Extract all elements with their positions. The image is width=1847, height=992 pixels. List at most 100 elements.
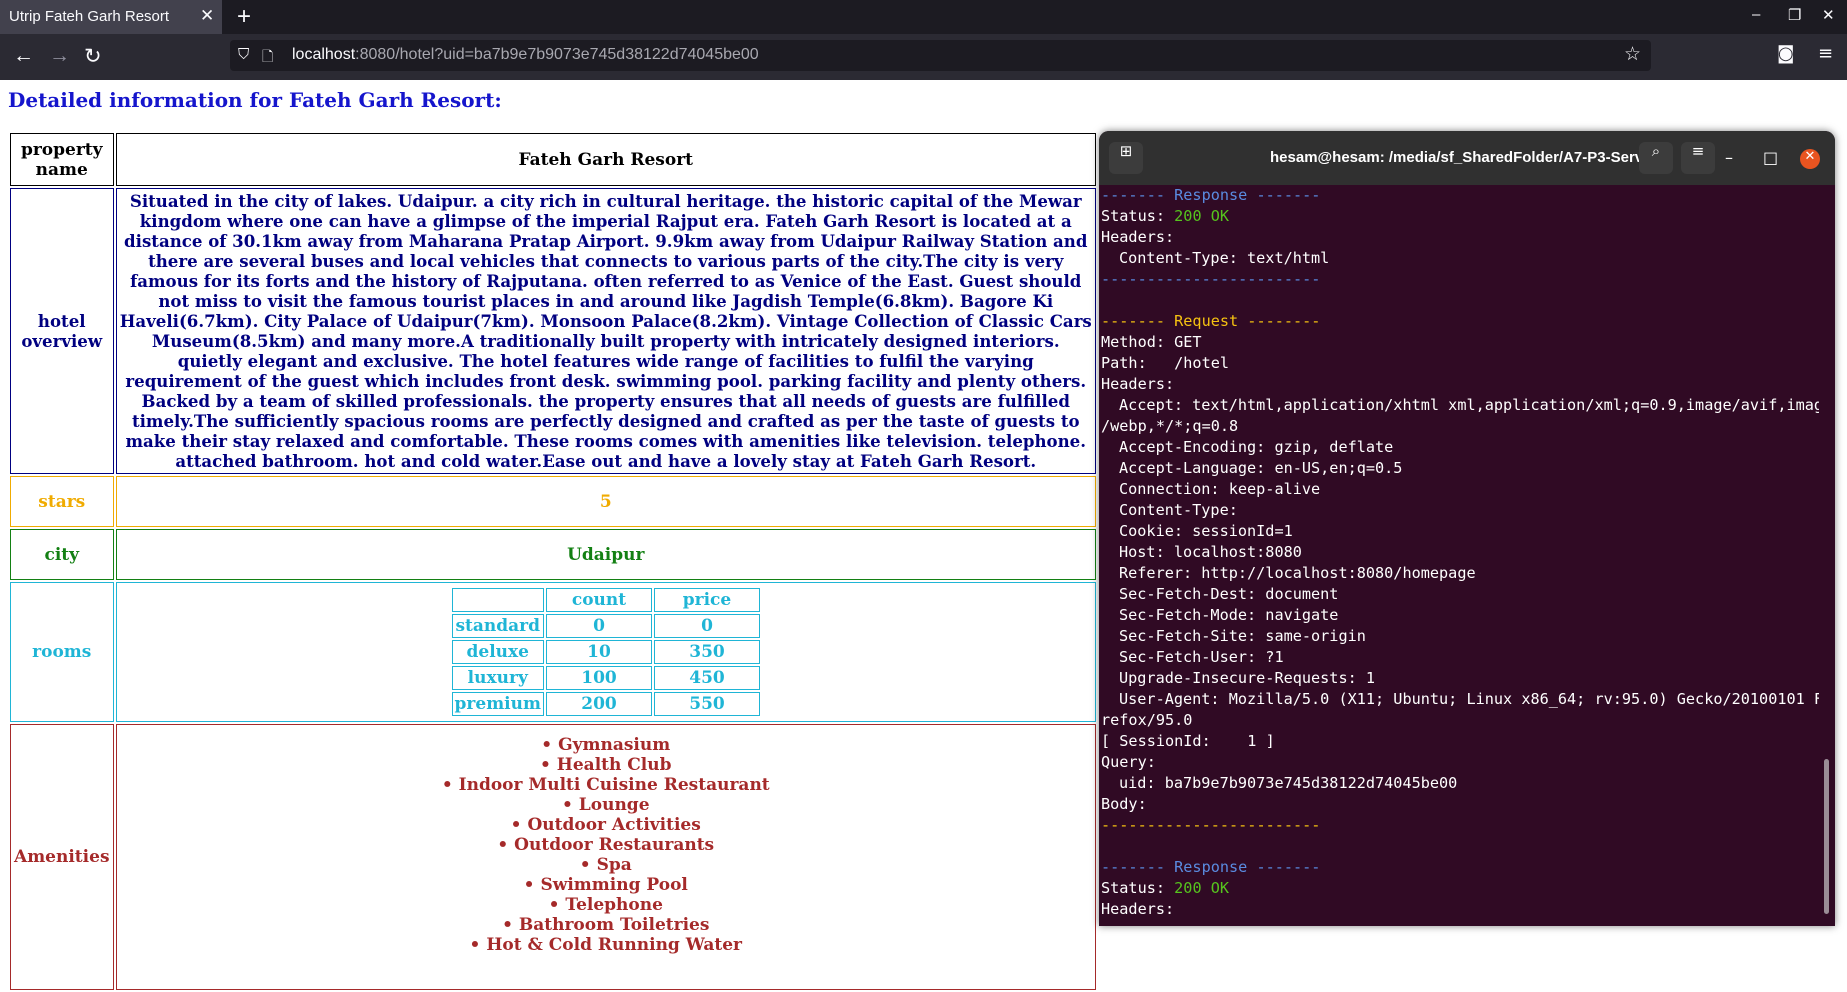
- terminal-line: /webp,*/*;q=0.8: [1101, 416, 1819, 437]
- property-name-value: Fateh Garh Resort: [115, 133, 1096, 186]
- terminal-line-text: ------------------------: [1101, 816, 1321, 834]
- terminal-line-text: Content-Type:: [1119, 501, 1238, 519]
- room-price: 550: [653, 692, 760, 716]
- terminal-output[interactable]: ------- Response ------- Status: 200 OK He…: [1101, 185, 1819, 926]
- terminal-line: uid: ba7b9e7b9073e745d38122d74045be00: [1101, 773, 1819, 794]
- table-row: Amenities • Gymnasium • Health Club • In…: [10, 724, 1096, 990]
- minimize-icon[interactable]: –: [1725, 148, 1733, 167]
- rooms-row: deluxe 10 350: [451, 640, 760, 664]
- terminal-line: Cookie: sessionId=1: [1101, 521, 1819, 542]
- url-host: localhost: [292, 46, 356, 63]
- forward-arrow-icon[interactable]: →: [49, 44, 70, 68]
- terminal-line-text: Body:: [1101, 795, 1147, 813]
- terminal-line-text: ------------------------: [1101, 270, 1321, 288]
- amenity-item: • Spa: [579, 855, 632, 875]
- terminal-line: Content-Type:: [1101, 500, 1819, 521]
- reload-icon[interactable]: ↻: [84, 44, 102, 69]
- terminal-line: Path: /hotel: [1101, 353, 1819, 374]
- terminal-line-text: Connection: keep-alive: [1119, 480, 1321, 498]
- tab-close-icon[interactable]: ✕: [200, 6, 214, 26]
- terminal-line-text: uid: ba7b9e7b9073e745d38122d74045be00: [1119, 774, 1458, 792]
- room-count: 0: [545, 614, 652, 638]
- amenity-text: Outdoor Restaurants: [514, 835, 715, 855]
- terminal-line-text: Path: /hotel: [1101, 354, 1230, 372]
- terminal-line-text: User-Agent: Mozilla/5.0 (X11; Ubuntu; Li…: [1119, 690, 1819, 708]
- terminal-line: Upgrade-Insecure-Requests: 1: [1101, 668, 1819, 689]
- status-ok: 200 OK: [1174, 879, 1230, 897]
- amenity-text: Health Club: [556, 755, 672, 775]
- terminal-line: ------------------------: [1101, 815, 1819, 836]
- url-bar[interactable]: ⛉ 🗋 localhost:8080/hotel?uid=ba7b9e7b907…: [230, 40, 1651, 71]
- terminal-line: Sec-Fetch-User: ?1: [1101, 647, 1819, 668]
- rooms-row: premium 200 550: [451, 692, 760, 716]
- terminal-line-text: refox/95.0: [1101, 711, 1193, 729]
- amenity-text: Hot & Cold Running Water: [486, 935, 742, 955]
- terminal-line: Referer: http://localhost:8080/homepage: [1101, 563, 1819, 584]
- amenity-item: • Telephone: [548, 895, 663, 915]
- shield-icon[interactable]: ⛉: [238, 45, 249, 63]
- amenities-label: Amenities: [10, 724, 114, 990]
- terminal-line-text: Sec-Fetch-Site: same-origin: [1119, 627, 1366, 645]
- overview-text: Situated in the city of lakes. Udaipur. …: [115, 188, 1096, 474]
- tab-title: Utrip Fateh Garh Resort: [9, 8, 170, 25]
- bookmark-star-icon[interactable]: ☆: [1624, 43, 1641, 65]
- terminal-line-text: ------- Response -------: [1101, 858, 1321, 876]
- terminal-line-text: Content-Type: text/html: [1119, 249, 1330, 267]
- amenity-item: • Swimming Pool: [523, 875, 688, 895]
- terminal-line: ------- Response -------: [1101, 185, 1819, 206]
- terminal-line-text: Accept-Encoding: gzip, deflate: [1119, 438, 1394, 456]
- amenity-item: • Health Club: [540, 755, 672, 775]
- pocket-icon[interactable]: ◙: [1777, 43, 1794, 64]
- amenity-item: • Bathroom Toiletries: [502, 915, 710, 935]
- minimize-icon[interactable]: –: [1752, 6, 1760, 23]
- amenities-list: • Gymnasium • Health Club • Indoor Multi…: [120, 727, 1092, 955]
- terminal-line: Status: 200 OK: [1101, 206, 1819, 227]
- rooms-header-cell: count: [545, 588, 652, 612]
- terminal-line-text: Upgrade-Insecure-Requests: 1: [1119, 669, 1376, 687]
- restore-icon[interactable]: ❐: [1788, 6, 1801, 24]
- amenity-text: Gymnasium: [558, 735, 671, 755]
- city-value: Udaipur: [115, 529, 1096, 580]
- amenity-item: • Hot & Cold Running Water: [469, 935, 742, 955]
- url-rest: :8080/hotel?uid=ba7b9e7b9073e745d38122d7…: [355, 46, 759, 63]
- room-count: 10: [545, 640, 652, 664]
- back-arrow-icon[interactable]: ←: [13, 44, 34, 68]
- terminal-line-text: Sec-Fetch-Mode: navigate: [1119, 606, 1339, 624]
- maximize-icon[interactable]: □: [1763, 148, 1778, 167]
- terminal-header[interactable]: ⊞ hesam@hesam: /media/sf_SharedFolder/A7…: [1099, 131, 1835, 185]
- terminal-close-icon[interactable]: ✕: [1800, 149, 1820, 169]
- rooms-row: luxury 100 450: [451, 666, 760, 690]
- terminal-line: refox/95.0: [1101, 710, 1819, 731]
- terminal-line: Host: localhost:8080: [1101, 542, 1819, 563]
- table-row: city Udaipur: [10, 529, 1096, 580]
- hamburger-menu-icon[interactable]: ≡: [1681, 142, 1715, 174]
- amenity-text: Swimming Pool: [540, 875, 688, 895]
- window-close-icon[interactable]: ✕: [1822, 6, 1835, 24]
- terminal-line-text: Sec-Fetch-User: ?1: [1119, 648, 1284, 666]
- room-price: 0: [653, 614, 760, 638]
- search-icon[interactable]: ⌕: [1639, 142, 1673, 174]
- menu-icon[interactable]: ≡: [1818, 43, 1833, 64]
- terminal-line: Content-Type: text/html: [1101, 248, 1819, 269]
- terminal-line-text: Cookie: sessionId=1: [1119, 522, 1293, 540]
- url-text[interactable]: localhost:8080/hotel?uid=ba7b9e7b9073e74…: [292, 46, 759, 64]
- table-row: stars 5: [10, 476, 1096, 527]
- city-label: city: [10, 529, 114, 580]
- terminal-line: Accept: text/html,application/xhtml xml,…: [1101, 395, 1819, 416]
- terminal-line-text: /webp,*/*;q=0.8: [1101, 417, 1239, 435]
- terminal-line-text: ------- Request --------: [1101, 312, 1321, 330]
- terminal-line: Accept-Encoding: gzip, deflate: [1101, 437, 1819, 458]
- amenity-text: Indoor Multi Cuisine Restaurant: [458, 775, 770, 795]
- terminal-line-text: Headers:: [1101, 228, 1175, 246]
- nav-bar: ← → ↻ ⛉ 🗋 localhost:8080/hotel?uid=ba7b9…: [0, 34, 1847, 80]
- new-tab-plus-icon[interactable]: +: [237, 3, 251, 31]
- room-price: 350: [653, 640, 760, 664]
- tab-active[interactable]: Utrip Fateh Garh Resort ✕: [0, 0, 222, 34]
- page-info-icon[interactable]: 🗋: [262, 46, 273, 70]
- scrollbar[interactable]: [1824, 759, 1829, 914]
- terminal-window[interactable]: ⊞ hesam@hesam: /media/sf_SharedFolder/A7…: [1099, 131, 1835, 926]
- terminal-line-text: Query:: [1101, 753, 1156, 771]
- amenity-item: • Outdoor Activities: [510, 815, 701, 835]
- amenity-text: Lounge: [578, 795, 650, 815]
